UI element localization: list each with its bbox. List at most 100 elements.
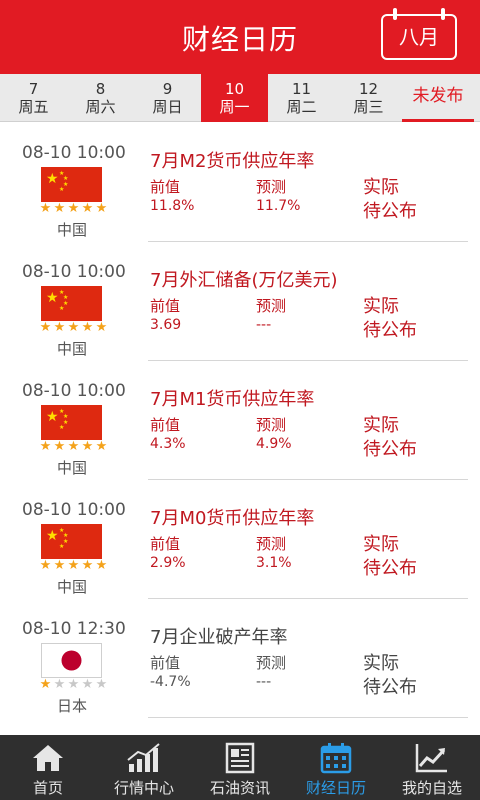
actual-label: 实际 [363, 177, 399, 198]
day-tab-date: 10 [224, 80, 245, 98]
importance-star-icon: ★ [95, 320, 108, 335]
day-tab-weekday: 周一 [219, 98, 250, 116]
importance-star-icon: ★ [95, 201, 108, 216]
forecast-value: 11.7% [256, 198, 301, 214]
importance-stars: ★ ★ ★ ★ ★ [39, 202, 109, 216]
event-country: 日本 [57, 697, 88, 715]
importance-star-icon: ★ [39, 320, 52, 335]
forecast-label: 预测 [256, 416, 287, 434]
day-tab-date: 9 [162, 80, 173, 98]
importance-star-icon: ★ [53, 201, 66, 216]
svg-text:★: ★ [59, 305, 64, 312]
event-row[interactable]: 08-10 10:00 ★ ★ ★ ★ ★ ★ ★ ★ ★ ★ 中国 7月M0货币供应年率 前值 2.9% 预… [0, 480, 480, 599]
previous-value: 2.9% [150, 555, 186, 571]
day-tab-weekday: 周六 [85, 98, 116, 116]
svg-text:★: ★ [46, 171, 59, 187]
nav-oil-news[interactable]: 石油资讯 [192, 735, 288, 800]
day-tab-date: 12 [358, 80, 379, 98]
event-country: 中国 [57, 340, 88, 358]
day-tab[interactable]: 9 周日 [134, 74, 201, 122]
actual-value: 待公布 [363, 320, 417, 341]
nav-label: 我的自选 [401, 779, 462, 797]
importance-star-icon: ★ [95, 558, 108, 573]
svg-text:★: ★ [59, 186, 64, 193]
month-picker-button[interactable]: 八月 [381, 8, 457, 60]
previous-value: -4.7% [150, 674, 191, 690]
importance-stars: ★ ★ ★ ★ ★ [39, 440, 109, 454]
importance-star-icon: ★ [81, 677, 94, 692]
app: 财经日历 八月 7 周五 8 周六 9 周日 10 周一 11 周二 12 周三… [0, 0, 480, 800]
actual-label: 实际 [363, 415, 399, 436]
market-chart-icon [127, 743, 160, 772]
row-divider [148, 717, 468, 718]
importance-stars: ★ ★ ★ ★ ★ [39, 321, 109, 335]
importance-star-icon: ★ [53, 677, 66, 692]
forecast-label: 预测 [256, 178, 287, 196]
unpublished-tab[interactable]: 未发布 [402, 74, 474, 122]
event-list: 08-10 10:00 ★ ★ ★ ★ ★ ★ ★ ★ ★ ★ 中国 7月M2货币供应年率 前值 11.8%… [0, 123, 480, 718]
event-time: 08-10 10:00 [22, 500, 126, 520]
event-time: 08-10 10:00 [22, 381, 126, 401]
day-tab[interactable]: 12 周三 [335, 74, 402, 122]
event-row[interactable]: 08-10 10:00 ★ ★ ★ ★ ★ ★ ★ ★ ★ ★ 中国 7月M2货币供应年率 前值 11.8%… [0, 123, 480, 242]
day-tab[interactable]: 8 周六 [67, 74, 134, 122]
china-flag-icon: ★ ★ ★ ★ ★ [41, 524, 102, 559]
importance-star-icon: ★ [95, 677, 108, 692]
svg-text:★: ★ [46, 528, 59, 544]
importance-star-icon: ★ [53, 439, 66, 454]
day-tab-selected[interactable]: 10 周一 [201, 74, 268, 122]
nav-home[interactable]: 首页 [0, 735, 96, 800]
event-row[interactable]: 08-10 10:00 ★ ★ ★ ★ ★ ★ ★ ★ ★ ★ 中国 7月M1货币供应年率 前值 4.3% 预… [0, 361, 480, 480]
importance-star-icon: ★ [39, 677, 52, 692]
previous-label: 前值 [150, 297, 181, 315]
previous-label: 前值 [150, 654, 181, 672]
event-title: 7月M1货币供应年率 [150, 389, 315, 410]
actual-value: 待公布 [363, 439, 417, 460]
forecast-value: --- [256, 674, 272, 690]
importance-star-icon: ★ [81, 558, 94, 573]
home-icon [33, 745, 63, 771]
svg-text:★: ★ [46, 290, 59, 306]
event-time: 08-10 10:00 [22, 143, 126, 163]
actual-label: 实际 [363, 296, 399, 317]
importance-star-icon: ★ [39, 558, 52, 573]
importance-star-icon: ★ [95, 439, 108, 454]
importance-star-icon: ★ [81, 320, 94, 335]
importance-star-icon: ★ [67, 201, 80, 216]
event-time: 08-10 12:30 [22, 619, 126, 639]
calendar-ring-icon [393, 8, 397, 20]
day-tab-date: 7 [28, 80, 39, 98]
importance-star-icon: ★ [67, 439, 80, 454]
news-icon [225, 742, 255, 774]
actual-label: 实际 [363, 534, 399, 555]
svg-text:★: ★ [46, 409, 59, 425]
day-tab-date: 11 [291, 80, 312, 98]
actual-value: 待公布 [363, 677, 417, 698]
previous-label: 前值 [150, 416, 181, 434]
actual-label: 实际 [363, 653, 399, 674]
event-row[interactable]: 08-10 12:30 ★ ★ ★ ★ ★ 日本 7月企业破产年率 前值 -4.7% 预测 --- 实际… [0, 599, 480, 718]
nav-watchlist[interactable]: 我的自选 [384, 735, 480, 800]
china-flag-icon: ★ ★ ★ ★ ★ [41, 286, 102, 321]
nav-label: 石油资讯 [209, 779, 270, 797]
event-row[interactable]: 08-10 10:00 ★ ★ ★ ★ ★ ★ ★ ★ ★ ★ 中国 7月外汇储备(万亿美元) 前值 3.6… [0, 242, 480, 361]
importance-stars: ★ ★ ★ ★ ★ [39, 559, 109, 573]
previous-value: 11.8% [150, 198, 195, 214]
actual-value: 待公布 [363, 201, 417, 222]
nav-market[interactable]: 行情中心 [96, 735, 192, 800]
china-flag-icon: ★ ★ ★ ★ ★ [41, 167, 102, 202]
day-tab[interactable]: 7 周五 [0, 74, 67, 122]
event-country: 中国 [57, 221, 88, 239]
forecast-value: --- [256, 317, 272, 333]
previous-label: 前值 [150, 535, 181, 553]
day-tab-weekday: 周日 [152, 98, 183, 116]
importance-star-icon: ★ [81, 201, 94, 216]
day-tab[interactable]: 11 周二 [268, 74, 335, 122]
importance-star-icon: ★ [39, 439, 52, 454]
event-country: 中国 [57, 459, 88, 477]
nav-calendar[interactable]: 财经日历 [288, 735, 384, 800]
importance-star-icon: ★ [39, 201, 52, 216]
day-tab-weekday: 周三 [353, 98, 384, 116]
previous-label: 前值 [150, 178, 181, 196]
importance-stars: ★ ★ ★ ★ ★ [39, 678, 109, 692]
